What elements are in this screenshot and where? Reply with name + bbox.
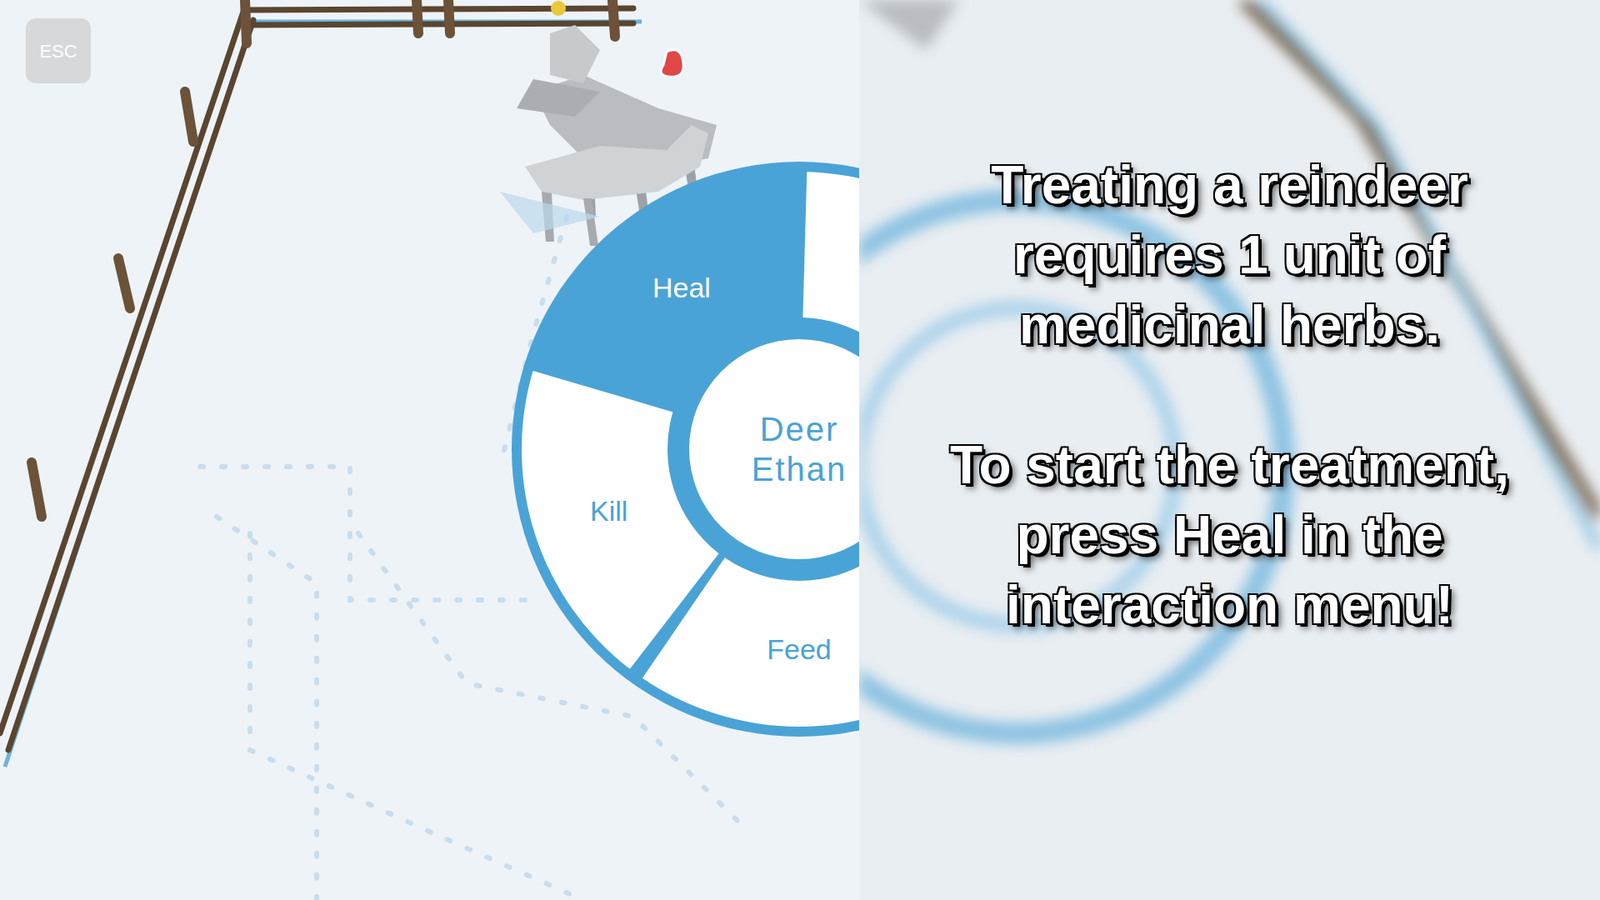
menu-ring	[511, 161, 860, 737]
game-screen: ESC Deer Ethan Heal Kill Feed Treating a r…	[0, 0, 1600, 900]
menu-center	[689, 339, 860, 560]
tutorial-panel: Treating a reindeer requires 1 unit of m…	[859, 0, 1600, 900]
menu-target: Deer Ethan	[689, 339, 860, 560]
tutorial-text: To start the treatment, press Heal in th…	[896, 430, 1564, 640]
menu-sector[interactable]	[642, 557, 860, 727]
menu-option[interactable]: Feed	[766, 628, 832, 671]
menu-option[interactable]: Heal	[652, 265, 711, 309]
esc-button[interactable]: ESC	[25, 18, 91, 84]
tutorial-text: Treating a reindeer requires 1 unit of m…	[896, 150, 1564, 360]
status-icon	[550, 0, 684, 77]
menu-option[interactable]: Kill	[590, 490, 628, 533]
tutorial-overlay: Treating a reindeer requires 1 unit of m…	[859, 0, 1600, 900]
game-view: ESC Deer Ethan Heal Kill Feed	[0, 0, 860, 900]
interaction-menu: Deer Ethan Heal Kill Feed	[507, 157, 860, 741]
